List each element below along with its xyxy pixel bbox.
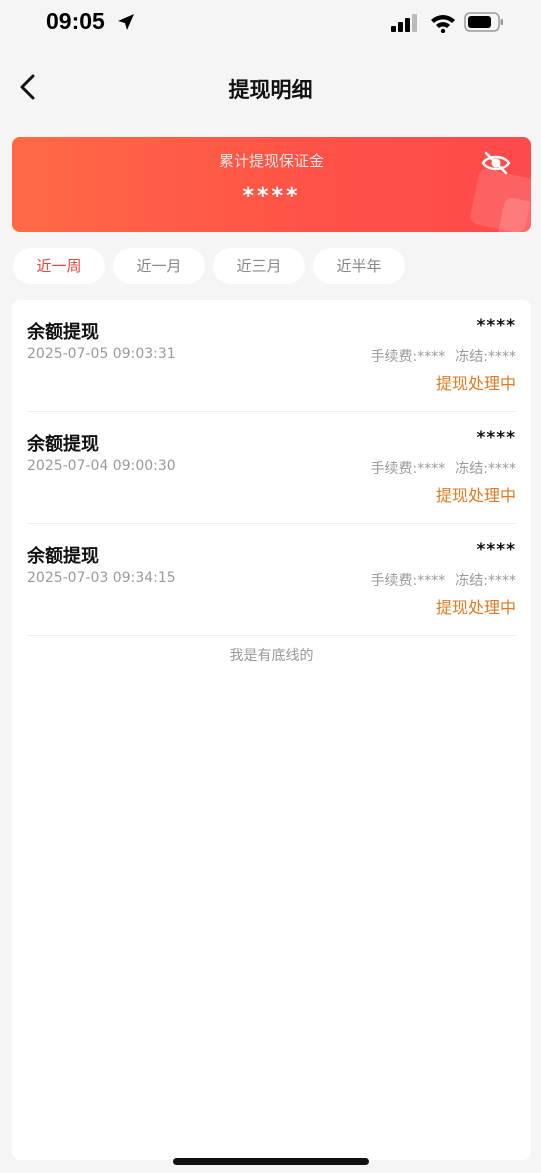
location-arrow-icon xyxy=(118,14,134,30)
record-status: 提现处理中 xyxy=(435,374,516,393)
status-bar: 09:05 xyxy=(0,0,541,46)
record-fees: 手续费:**** 冻结:**** xyxy=(371,458,516,478)
page-title: 提现明细 xyxy=(228,78,313,102)
tab-three-months[interactable]: 近三月 xyxy=(213,248,305,284)
record-amount: **** xyxy=(476,540,516,560)
eye-off-icon[interactable] xyxy=(481,150,511,176)
divider xyxy=(27,635,516,636)
record-amount: **** xyxy=(476,316,516,336)
nav-bar: 提现明细 xyxy=(0,60,541,116)
tab-month[interactable]: 近一月 xyxy=(113,248,205,284)
record-title: 余额提现 xyxy=(27,322,99,343)
status-time: 09:05 xyxy=(46,8,105,34)
list-item[interactable]: 余额提现 2025-07-04 09:00:30 **** 手续费:**** 冻结… xyxy=(27,412,516,524)
record-title: 余额提现 xyxy=(27,434,99,455)
summary-card: 累计提现保证金 **** xyxy=(12,137,531,232)
list-end-text: 我是有底线的 xyxy=(229,648,314,664)
tab-week[interactable]: 近一周 xyxy=(13,248,105,284)
record-fee: 手续费:**** xyxy=(370,573,446,589)
summary-value: **** xyxy=(242,184,301,209)
record-frozen: 冻结:**** xyxy=(455,573,516,589)
list-item[interactable]: 余额提现 2025-07-03 09:34:15 **** 手续费:**** 冻结… xyxy=(27,524,516,636)
record-status: 提现处理中 xyxy=(435,486,516,505)
record-title: 余额提现 xyxy=(27,546,99,567)
home-indicator xyxy=(173,1158,369,1165)
record-frozen: 冻结:**** xyxy=(455,349,516,365)
record-fee: 手续费:**** xyxy=(370,349,446,365)
wifi-icon xyxy=(431,15,455,33)
record-amount: **** xyxy=(476,428,516,448)
record-status: 提现处理中 xyxy=(435,598,516,617)
tab-half-year[interactable]: 近半年 xyxy=(313,248,405,284)
record-fees: 手续费:**** 冻结:**** xyxy=(371,346,516,366)
cellular-signal-icon xyxy=(391,14,417,32)
record-fees: 手续费:**** 冻结:**** xyxy=(371,570,516,590)
summary-label: 累计提现保证金 xyxy=(218,152,324,170)
record-time: 2025-07-05 09:03:31 xyxy=(27,346,176,362)
withdrawal-list: 余额提现 2025-07-05 09:03:31 **** 手续费:**** 冻结… xyxy=(12,300,531,1160)
record-time: 2025-07-03 09:34:15 xyxy=(27,570,176,586)
list-item[interactable]: 余额提现 2025-07-05 09:03:31 **** 手续费:**** 冻结… xyxy=(27,300,516,412)
record-fee: 手续费:**** xyxy=(370,461,446,477)
record-time: 2025-07-04 09:00:30 xyxy=(27,458,176,474)
record-frozen: 冻结:**** xyxy=(455,461,516,477)
battery-icon xyxy=(464,12,503,32)
